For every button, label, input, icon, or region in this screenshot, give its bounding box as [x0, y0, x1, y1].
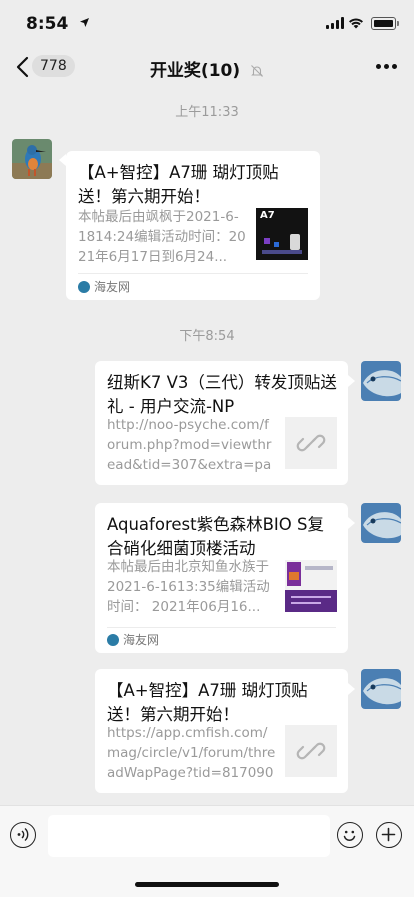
avatar[interactable] [361, 503, 401, 543]
avatar[interactable] [12, 139, 52, 179]
link-card[interactable]: Aquaforest紫色森林BIO S复合硝化细菌顶楼活动 本帖最后由北京知鱼水… [95, 503, 348, 653]
card-source: 海友网 [107, 627, 159, 653]
message-timestamp: 下午8:54 [179, 329, 235, 344]
link-card[interactable]: 纽斯K7 V3（三代）转发顶贴送礼 - 用户交流-NP http://noo-p… [95, 361, 348, 485]
plus-icon [381, 827, 396, 842]
link-card[interactable]: 【A+智控】A7珊 瑚灯顶贴送！第六期开始！ 本帖最后由飒枫于2021-6-18… [66, 151, 320, 300]
chat-title: 开业奖(10) [0, 56, 414, 81]
card-title: 纽斯K7 V3（三代）转发顶贴送礼 - 用户交流-NP [107, 373, 337, 416]
home-indicator [135, 882, 279, 887]
avatar[interactable] [361, 361, 401, 401]
bubble-tail [348, 517, 355, 529]
card-title: Aquaforest紫色森林BIO S复合硝化细菌顶楼活动 [107, 515, 324, 558]
emoji-button[interactable] [337, 822, 363, 848]
card-description: http://noo-psyche.com/forum.php?mod=view… [107, 417, 272, 473]
cellular-signal-icon [326, 17, 344, 29]
card-source: 海友网 [78, 274, 130, 300]
bubble-tail [59, 154, 66, 166]
card-description: 本帖最后由北京知鱼水族于2021-6-1613:35编辑活动时间： 2021年0… [107, 559, 270, 615]
link-icon [296, 434, 326, 452]
card-title: 【A+智控】A7珊 瑚灯顶贴送！第六期开始！ [107, 681, 308, 724]
battery-icon [371, 17, 399, 30]
voice-input-button[interactable] [10, 822, 36, 848]
chat-title-text: 开业奖(10) [149, 61, 241, 81]
message-input[interactable] [48, 815, 330, 857]
card-thumbnail [285, 560, 337, 612]
status-time: 8:54 [26, 14, 69, 34]
link-thumbnail [285, 417, 337, 469]
link-thumbnail [285, 725, 337, 777]
fish-avatar-icon [361, 361, 401, 401]
bubble-tail [348, 375, 355, 387]
smiley-icon [343, 830, 356, 842]
source-logo-icon [78, 281, 90, 293]
message-timestamp: 上午11:33 [175, 105, 239, 120]
more-actions-button[interactable] [376, 822, 402, 848]
source-logo-icon [107, 634, 119, 646]
card-description: https://app.cmfish.com/mag/circle/v1/for… [107, 725, 276, 781]
bubble-tail [348, 683, 355, 695]
card-source-name: 海友网 [94, 280, 131, 294]
location-arrow-icon [80, 18, 89, 27]
card-title: 【A+智控】A7珊 瑚灯顶贴送！第六期开始！ [78, 163, 279, 206]
wifi-icon [349, 18, 363, 29]
voice-waves-icon [17, 827, 29, 842]
card-thumbnail: A7 [256, 208, 308, 260]
card-description: 本帖最后由飒枫于2021-6-1814:24编辑活动时间：2021年6月17日到… [78, 209, 246, 265]
more-options-icon[interactable] [376, 64, 398, 70]
link-card[interactable]: 【A+智控】A7珊 瑚灯顶贴送！第六期开始！ https://app.cmfis… [95, 669, 348, 793]
chat-header: 778 开业奖(10) [0, 48, 414, 86]
bell-muted-icon [251, 65, 263, 77]
kingfisher-avatar-icon [12, 139, 52, 179]
avatar[interactable] [361, 669, 401, 709]
thumbnail-label: A7 [260, 210, 275, 221]
link-icon [296, 742, 326, 760]
fish-avatar-icon [361, 669, 401, 709]
fish-avatar-icon [361, 503, 401, 543]
status-bar: 8:54 [0, 0, 414, 48]
card-source-name: 海友网 [123, 633, 160, 647]
